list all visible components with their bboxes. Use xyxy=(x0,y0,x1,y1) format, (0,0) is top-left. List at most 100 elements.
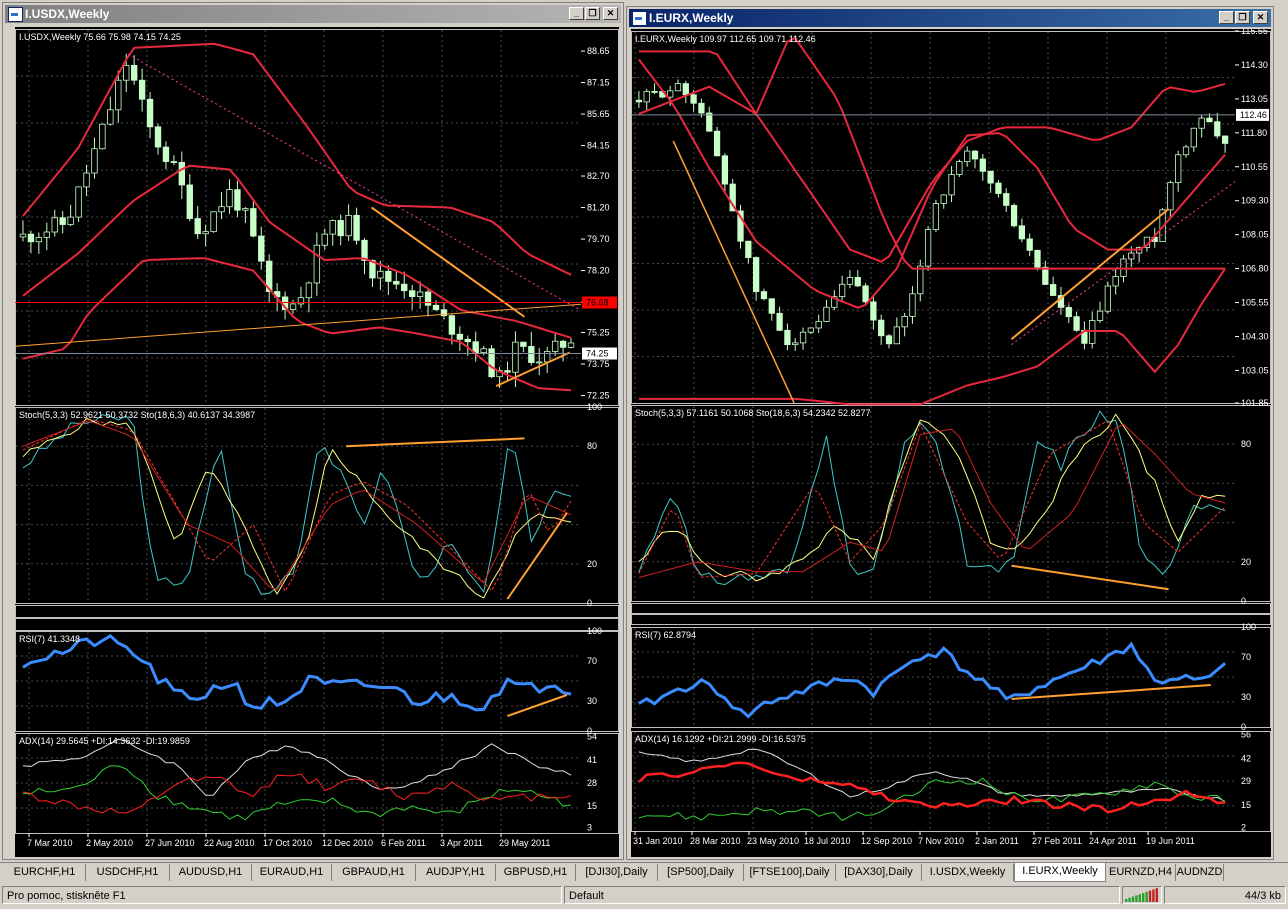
indicator-header: ADX(14) 16.1292 +DI:21.2999 -DI:16.5375 xyxy=(635,734,806,744)
chart-group: 115.55 114.30 113.05 111.80 110.55 109.30 108.… xyxy=(631,26,1271,846)
indicator-header: RSI(7) 41.3348 xyxy=(19,634,80,644)
candle-bullish xyxy=(289,303,297,311)
chart-group: 88.65 87.15 85.65 84.15 82.70 81.20 79.70 78.20… xyxy=(14,29,619,848)
price-scale-label: 108.05 xyxy=(1241,230,1269,240)
chart-svg[interactable]: 115.55 114.30 113.05 111.80 110.55 109.30 108.… xyxy=(631,26,1271,857)
stoch-fast xyxy=(22,414,572,595)
tab-i-usdx-weekly[interactable]: I.USDX,Weekly xyxy=(922,864,1014,881)
chart-canvas[interactable]: 88.65 87.15 85.65 84.15 82.70 81.20 79.70 78.20… xyxy=(14,27,619,857)
window-titlebar[interactable]: I.USDX,Weekly _ ❐ ✕ xyxy=(5,5,621,23)
tab-dji30-daily[interactable]: [DJI30],Daily xyxy=(576,864,658,881)
close-button[interactable]: ✕ xyxy=(603,7,618,20)
indicator-scale-label: 20 xyxy=(1241,557,1251,567)
divergence-trendline xyxy=(1011,564,1169,591)
candle-bullish xyxy=(1175,154,1182,184)
candle-bullish xyxy=(107,109,114,125)
tab-eurnzd-h4[interactable]: EURNZD,H4 xyxy=(1106,864,1176,881)
empty-pane-frame xyxy=(15,605,619,618)
divergence-trendline xyxy=(506,512,568,600)
indicator-scale-label: 30 xyxy=(1241,692,1251,702)
indicator-scale-label: 0 xyxy=(1241,596,1246,606)
window-titlebar[interactable]: I.EURX,Weekly _ ❐ ✕ xyxy=(629,9,1271,27)
chart-window-eurx[interactable]: I.EURX,Weekly _ ❐ ✕ 115.55 114.30 113.05 11… xyxy=(626,6,1274,860)
candle-bearish xyxy=(170,161,178,163)
tab-audjpy-h1[interactable]: AUDJPY,H1 xyxy=(416,864,496,881)
candle-bearish xyxy=(745,240,752,258)
stoch-slow xyxy=(22,421,572,591)
status-profile: Default xyxy=(564,886,1120,904)
restore-button[interactable]: ❐ xyxy=(1235,11,1250,24)
chart-window-usdx[interactable]: I.USDX,Weekly _ ❐ ✕ 88.65 87.15 85.65 84.15… xyxy=(2,2,624,860)
tab-gbpaud-h1[interactable]: GBPAUD,H1 xyxy=(332,864,416,881)
price-scale-label: 106.80 xyxy=(1241,264,1269,274)
candle-bearish xyxy=(194,218,201,235)
window-title: I.USDX,Weekly xyxy=(25,7,110,21)
candle-bearish xyxy=(424,291,432,306)
chart-svg[interactable]: 88.65 87.15 85.65 84.15 82.70 81.20 79.70 78.20… xyxy=(14,27,619,857)
connection-bars-icon xyxy=(1125,888,1158,902)
price-scale-label: 104.30 xyxy=(1241,331,1269,341)
price-scale-label: 73.75 xyxy=(587,359,610,369)
tab-ftse100-daily[interactable]: [FTSE100],Daily xyxy=(744,864,836,881)
chart-canvas[interactable]: 115.55 114.30 113.05 111.80 110.55 109.30 108.… xyxy=(631,26,1271,857)
candle-bearish xyxy=(635,99,643,103)
price-scale-label: 114.30 xyxy=(1241,60,1268,70)
chart-tab-bar: EURCHF,H1 USDCHF,H1 AUDUSD,H1 EURAUD,H1 GBPA… xyxy=(0,862,1288,883)
candle-bullish xyxy=(305,282,313,299)
candle-bearish xyxy=(1003,193,1010,206)
candle-bullish xyxy=(1167,182,1174,211)
candle-bearish xyxy=(987,170,994,184)
candle-bullish xyxy=(377,270,384,279)
candle-bearish xyxy=(432,304,440,311)
minimize-icon: _ xyxy=(1223,12,1229,22)
rsi-line xyxy=(638,641,1227,719)
candle-bullish xyxy=(924,229,932,267)
candle-bullish xyxy=(674,83,682,92)
stoch-pane-frame xyxy=(15,407,619,604)
tab-sp500-daily[interactable]: [SP500],Daily xyxy=(658,864,744,881)
connection-status xyxy=(1122,886,1162,904)
candle-bearish xyxy=(393,280,400,285)
price-scale-label: 81.20 xyxy=(587,203,610,213)
candle-bearish xyxy=(401,283,408,292)
candle-bearish xyxy=(361,239,368,261)
minimize-button[interactable]: _ xyxy=(569,7,584,20)
tab-i-eurx-weekly[interactable]: I.EURX,Weekly xyxy=(1014,863,1106,882)
tab-dax30-daily[interactable]: [DAX30],Daily xyxy=(836,864,922,881)
chart-header: I.USDX,Weekly 75.66 75.98 74.15 74.25 xyxy=(19,32,181,42)
candle-bullish xyxy=(1182,146,1190,156)
tab-gbpusd-h1[interactable]: GBPUSD,H1 xyxy=(496,864,576,881)
connection-bar xyxy=(1128,897,1131,902)
candle-bearish xyxy=(337,220,344,237)
tab-audusd-h1[interactable]: AUDUSD,H1 xyxy=(170,864,252,881)
candle-bearish xyxy=(690,94,697,104)
candle-bullish xyxy=(35,236,43,243)
candle-bullish xyxy=(643,91,650,103)
candle-bullish xyxy=(917,265,924,295)
close-button[interactable]: ✕ xyxy=(1253,11,1268,24)
minimize-icon: _ xyxy=(573,8,579,18)
price-scale-label: 103.05 xyxy=(1241,365,1269,375)
candle-bearish xyxy=(1034,249,1041,268)
candle-bullish xyxy=(567,342,575,348)
tab-audnzd[interactable]: AUDNZD xyxy=(1176,864,1224,881)
tab-euraud-h1[interactable]: EURAUD,H1 xyxy=(252,864,332,881)
tab-usdchf-h1[interactable]: USDCHF,H1 xyxy=(86,864,170,881)
adx-line xyxy=(22,738,572,796)
candle-bearish xyxy=(488,348,495,378)
connection-bar xyxy=(1148,890,1152,902)
candle-bearish xyxy=(995,182,1002,194)
candle-bearish xyxy=(870,301,877,321)
status-help: Pro pomoc, stiskněte F1 xyxy=(2,886,562,904)
date-label: 31 Jan 2010 xyxy=(633,836,683,846)
restore-button[interactable]: ❐ xyxy=(585,7,600,20)
candle-bearish xyxy=(706,112,713,132)
candle-bullish xyxy=(416,291,424,297)
price-scale-label: 79.70 xyxy=(587,234,610,244)
candle-bearish xyxy=(27,233,35,243)
minimize-button[interactable]: _ xyxy=(1219,11,1234,24)
price-marker-label: 112.46 xyxy=(1240,110,1267,120)
tab-eurchf-h1[interactable]: EURCHF,H1 xyxy=(4,864,86,881)
candle-bullish xyxy=(1096,310,1104,321)
candle-bearish xyxy=(178,162,186,186)
